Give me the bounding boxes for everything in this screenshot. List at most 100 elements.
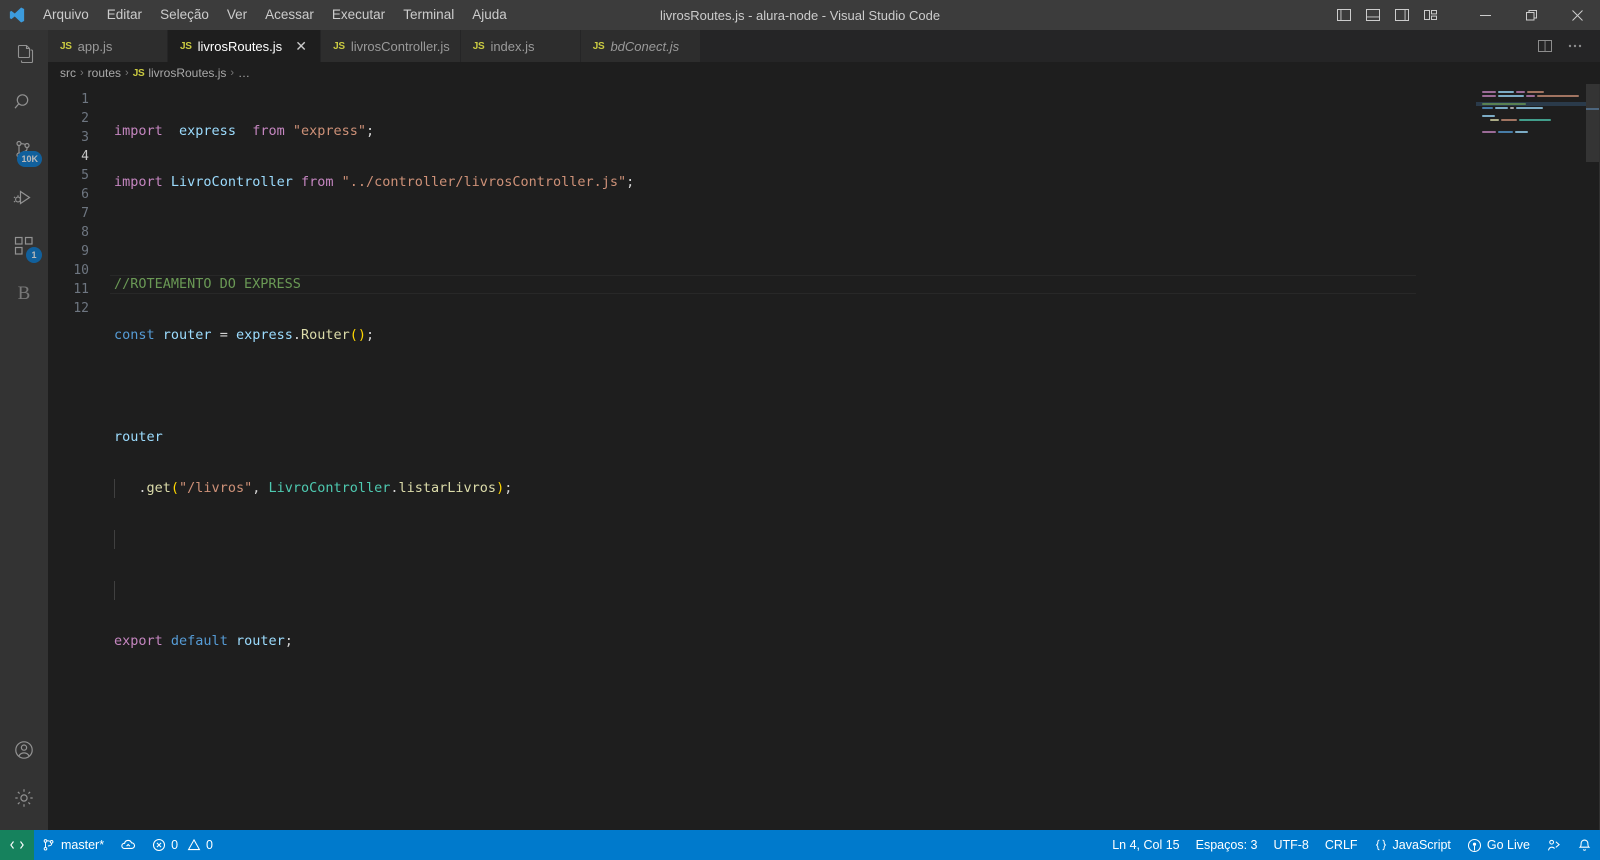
- code-token: LivroController: [170, 174, 293, 190]
- feedback-button[interactable]: [1538, 830, 1569, 860]
- sidebar-item-search[interactable]: [0, 78, 48, 126]
- encoding-indicator[interactable]: UTF-8: [1265, 830, 1316, 860]
- code-token: "express": [292, 123, 367, 139]
- code-line-11: export default router;: [110, 632, 1476, 651]
- editor-position[interactable]: Ln 4, Col 15: [1104, 830, 1187, 860]
- manage-settings-button[interactable]: [0, 774, 48, 822]
- go-live-label: Go Live: [1486, 838, 1530, 852]
- code-token: default: [170, 633, 228, 649]
- line-number: 3: [81, 130, 89, 145]
- code-token: LivroController: [268, 480, 391, 496]
- run-and-debug-icon: [13, 190, 31, 205]
- sidebar-item-bootstrap[interactable]: B: [0, 270, 48, 318]
- code-line-8: .get("/livros", LivroController.listarLi…: [110, 479, 1476, 498]
- line-number: 9: [81, 244, 89, 259]
- close-icon[interactable]: ✕: [292, 37, 310, 55]
- code-content[interactable]: import express from "express"; import Li…: [110, 84, 1476, 830]
- sidebar-item-extensions[interactable]: 1: [0, 222, 48, 270]
- code-token: ,: [252, 480, 269, 496]
- source-control-badge: 10K: [17, 151, 42, 167]
- sidebar-item-run-and-debug[interactable]: [0, 174, 48, 222]
- sync-changes-button[interactable]: [112, 830, 144, 860]
- more-actions-button[interactable]: [1562, 32, 1588, 60]
- code-token: import: [114, 174, 163, 190]
- tab-index-js[interactable]: JS index.js: [460, 30, 581, 62]
- code-token: .: [292, 327, 301, 343]
- close-button[interactable]: [1554, 0, 1600, 30]
- line-number: 7: [81, 206, 89, 221]
- code-line-5: const router = express.Router();: [110, 326, 1476, 345]
- accounts-button[interactable]: [0, 726, 48, 774]
- git-branch-indicator[interactable]: master*: [34, 830, 112, 860]
- toggle-secondary-sidebar-icon[interactable]: [1389, 0, 1415, 30]
- remote-indicator[interactable]: [0, 830, 34, 860]
- extensions-badge: 1: [26, 247, 42, 263]
- tab-livrosroutes-js[interactable]: JS livrosRoutes.js ✕: [168, 30, 322, 62]
- code-token: import: [114, 123, 163, 139]
- tab-label: app.js: [77, 38, 113, 54]
- breadcrumb-item-symbols[interactable]: …: [238, 66, 250, 80]
- minimap[interactable]: [1476, 84, 1586, 830]
- line-number: 5: [81, 168, 89, 183]
- customize-layout-icon[interactable]: [1418, 0, 1444, 30]
- overview-ruler[interactable]: [1586, 84, 1600, 830]
- menu-ajuda[interactable]: Ajuda: [463, 0, 516, 30]
- split-editor-icon[interactable]: [1532, 32, 1558, 60]
- breadcrumb-separator: ›: [80, 67, 84, 79]
- tab-label: index.js: [490, 38, 535, 54]
- go-live-button[interactable]: Go Live: [1459, 830, 1538, 860]
- menu-arquivo[interactable]: Arquivo: [34, 0, 98, 30]
- notifications-bell-button[interactable]: [1569, 830, 1600, 860]
- menu-editar[interactable]: Editar: [98, 0, 151, 30]
- line-number: 10: [73, 263, 89, 278]
- tab-app-js[interactable]: JS app.js: [48, 30, 168, 62]
- code-token: ;: [366, 327, 375, 343]
- menu-executar[interactable]: Executar: [323, 0, 394, 30]
- code-token: ;: [504, 480, 513, 496]
- js-file-icon: JS: [180, 40, 192, 52]
- editor-scrollbar[interactable]: [1586, 84, 1600, 162]
- minimize-button[interactable]: [1462, 0, 1508, 30]
- tab-bdconect-js[interactable]: JS bdConect.js: [580, 30, 701, 62]
- indent-guide: [114, 581, 115, 600]
- warning-icon: [187, 838, 201, 851]
- tab-livroscontroller-js[interactable]: JS livrosController.js: [321, 30, 461, 62]
- menu-acessar[interactable]: Acessar: [256, 0, 323, 30]
- sidebar-item-source-control[interactable]: 10K: [0, 126, 48, 174]
- sidebar-item-explorer[interactable]: [0, 30, 48, 78]
- maximize-button[interactable]: [1508, 0, 1554, 30]
- breadcrumb-item-file[interactable]: livrosRoutes.js: [148, 66, 226, 80]
- breadcrumb-item-routes[interactable]: routes: [88, 66, 121, 80]
- toggle-panel-icon[interactable]: [1360, 0, 1386, 30]
- code-token: const: [114, 327, 155, 343]
- code-line-10: [110, 581, 1476, 600]
- breadcrumb-separator: ›: [125, 67, 129, 79]
- breadcrumb: src › routes › JS livrosRoutes.js › …: [48, 62, 1600, 84]
- line-number-gutter: 1 2 3 4 5 6 7 8 9 10 11 12: [48, 84, 110, 830]
- toggle-primary-sidebar-icon[interactable]: [1331, 0, 1357, 30]
- breadcrumb-separator: ›: [230, 67, 235, 79]
- minimap-row: [1476, 134, 1586, 138]
- code-token: router: [114, 429, 163, 445]
- code-token: (): [349, 327, 367, 343]
- language-mode-indicator[interactable]: JavaScript: [1366, 830, 1459, 860]
- activity-bar: 10K 1 B: [0, 30, 48, 830]
- breadcrumb-item-src[interactable]: src: [60, 66, 76, 80]
- code-token: ;: [366, 123, 375, 139]
- line-number: 11: [73, 282, 89, 297]
- problems-indicator[interactable]: 0 0: [144, 830, 221, 860]
- menu-ver[interactable]: Ver: [218, 0, 256, 30]
- eol-indicator[interactable]: CRLF: [1317, 830, 1366, 860]
- code-editor[interactable]: 1 2 3 4 5 6 7 8 9 10 11 12 import expres…: [48, 84, 1600, 830]
- menu-selecao[interactable]: Seleção: [151, 0, 218, 30]
- code-line-9: [110, 530, 1476, 549]
- status-bar: master* 0 0 Ln 4, Col 15 Espaços: 3 UTF-…: [0, 830, 1600, 860]
- indentation-indicator[interactable]: Espaços: 3: [1188, 830, 1266, 860]
- error-count: 0: [171, 838, 179, 852]
- menu-terminal[interactable]: Terminal: [394, 0, 463, 30]
- code-line-1: import express from "express";: [110, 122, 1476, 141]
